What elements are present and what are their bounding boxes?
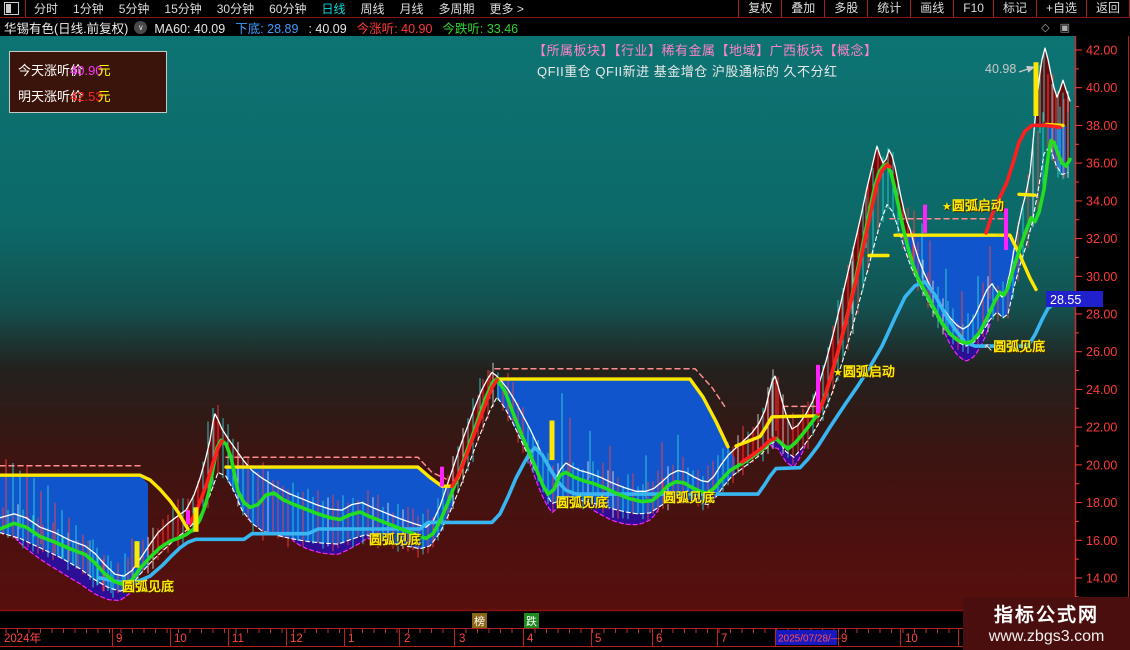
- trading-app-window: 分时 1分钟 5分钟 15分钟 30分钟 60分钟 日线 周线 月线 多周期 更多 > 复权 叠加 多股…: [0, 0, 1130, 650]
- svg-text:34.00: 34.00: [1086, 194, 1117, 208]
- svg-text:9: 9: [116, 633, 122, 645]
- svg-text:榜: 榜: [474, 614, 485, 628]
- svg-text:6: 6: [656, 633, 662, 645]
- watermark-panel: 指标公式网 www.zbgs3.com: [963, 597, 1130, 650]
- svg-text:14.00: 14.00: [1086, 572, 1117, 586]
- svg-text:5: 5: [595, 633, 601, 645]
- svg-text:12: 12: [290, 633, 303, 645]
- price-alert-box: 今天涨听价40.90元 明天涨听价42.53元: [9, 51, 167, 113]
- svg-text:跌: 跌: [526, 614, 537, 628]
- svg-text:2: 2: [404, 633, 410, 645]
- svg-text:22.00: 22.00: [1086, 421, 1117, 435]
- svg-text:40.00: 40.00: [1086, 81, 1117, 95]
- svg-text:9: 9: [841, 633, 847, 645]
- svg-text:16.00: 16.00: [1086, 534, 1117, 548]
- svg-text:32.00: 32.00: [1086, 232, 1117, 246]
- svg-text:42.00: 42.00: [1086, 44, 1117, 58]
- svg-text:28.55: 28.55: [1050, 293, 1081, 307]
- watermark-url: www.zbgs3.com: [988, 628, 1105, 645]
- svg-text:38.00: 38.00: [1086, 119, 1117, 133]
- today-alert-line: 今天涨听价40.90元: [18, 60, 111, 79]
- svg-text:26.00: 26.00: [1086, 345, 1117, 359]
- svg-text:10: 10: [174, 633, 187, 645]
- candlestick-chart[interactable]: 42.00 40.00 38.00 36.00 34.00 32.00 30.00 28.00…: [0, 0, 1130, 650]
- svg-text:18.00: 18.00: [1086, 496, 1117, 510]
- svg-text:24.00: 24.00: [1086, 383, 1117, 397]
- svg-text:2024年: 2024年: [4, 631, 41, 645]
- svg-text:11: 11: [232, 633, 244, 645]
- svg-text:36.00: 36.00: [1086, 157, 1117, 171]
- svg-text:1: 1: [348, 633, 354, 645]
- svg-text:20.00: 20.00: [1086, 458, 1117, 472]
- watermark-site-name: 指标公式网: [993, 605, 1099, 626]
- today-alert-unit: 元: [97, 63, 111, 78]
- tomorrow-alert-unit: 元: [97, 89, 111, 104]
- svg-text:30.00: 30.00: [1086, 270, 1117, 284]
- svg-text:7: 7: [721, 633, 727, 645]
- svg-text:28.00: 28.00: [1086, 308, 1117, 322]
- svg-text:10: 10: [905, 633, 918, 645]
- svg-text:2025/07/28/—: 2025/07/28/—: [778, 634, 841, 645]
- svg-text:4: 4: [527, 633, 534, 645]
- svg-text:3: 3: [459, 633, 465, 645]
- tomorrow-alert-line: 明天涨听价42.53元: [18, 86, 111, 105]
